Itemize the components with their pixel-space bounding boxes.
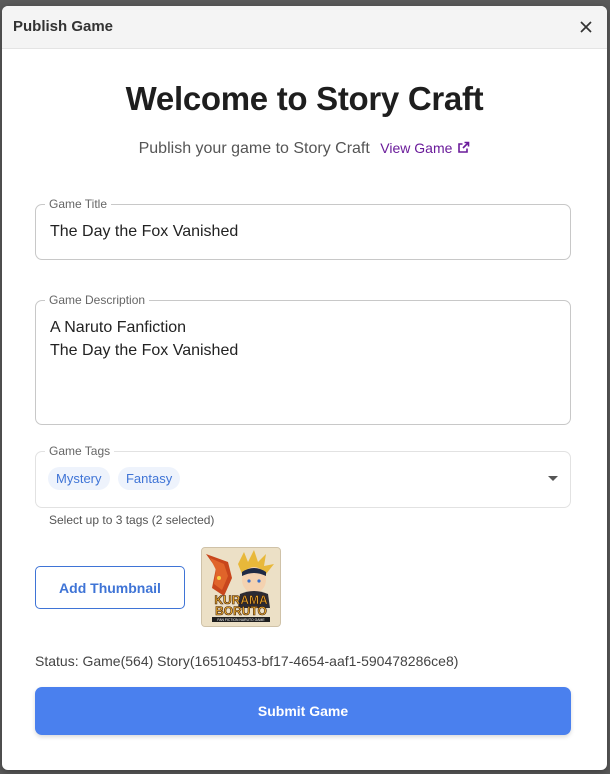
thumbnail-image: KURAMA BORUTO FAN FICTION NARUTO GAME	[201, 547, 281, 627]
status-text: Status: Game(564) Story(16510453-bf17-46…	[35, 653, 459, 669]
dialog-title: Publish Game	[13, 18, 114, 35]
thumbnail-text-bottom: BORUTO	[215, 604, 267, 618]
game-tags-label: Game Tags	[45, 443, 115, 459]
dropdown-arrow-icon[interactable]	[548, 476, 558, 481]
dialog-titlebar: Publish Game	[2, 6, 607, 49]
view-game-link-label: View Game	[380, 140, 453, 156]
submit-game-button[interactable]: Submit Game	[35, 687, 571, 735]
thumbnail-caption: FAN FICTION NARUTO GAME	[217, 618, 265, 622]
game-tags-field[interactable]: Game Tags Mystery Fantasy	[35, 443, 571, 508]
game-title-label: Game Title	[45, 196, 112, 212]
external-link-icon	[458, 141, 470, 153]
game-title-field[interactable]: Game Title The Day the Fox Vanished	[35, 196, 571, 260]
subtitle-row: Publish your game to Story Craft View Ga…	[2, 140, 607, 158]
game-description-value: A Naruto Fanfiction The Day the Fox Vani…	[50, 316, 238, 362]
description-line: A Naruto Fanfiction	[50, 319, 187, 336]
description-line: The Day the Fox Vanished	[50, 342, 239, 359]
subtitle-text: Publish your game to Story Craft	[138, 140, 370, 157]
game-description-label: Game Description	[45, 292, 150, 308]
game-title-value: The Day the Fox Vanished	[50, 223, 239, 240]
view-game-link[interactable]: View Game	[380, 140, 470, 156]
close-button[interactable]	[575, 16, 597, 38]
tag-chip-fantasy[interactable]: Fantasy	[117, 467, 181, 490]
game-description-field[interactable]: Game Description A Naruto Fanfiction The…	[35, 292, 571, 425]
publish-game-dialog: Publish Game Welcome to Story Craft Publ…	[2, 6, 607, 770]
page-title: Welcome to Story Craft	[125, 80, 484, 117]
close-icon	[580, 21, 592, 33]
add-thumbnail-button[interactable]: Add Thumbnail	[35, 566, 185, 609]
tags-helper-text: Select up to 3 tags (2 selected)	[49, 513, 215, 527]
thumbnail-art: KURAMA BORUTO FAN FICTION NARUTO GAME	[202, 548, 280, 626]
tags-list: Mystery Fantasy	[48, 467, 184, 490]
tag-chip-mystery[interactable]: Mystery	[48, 467, 110, 490]
